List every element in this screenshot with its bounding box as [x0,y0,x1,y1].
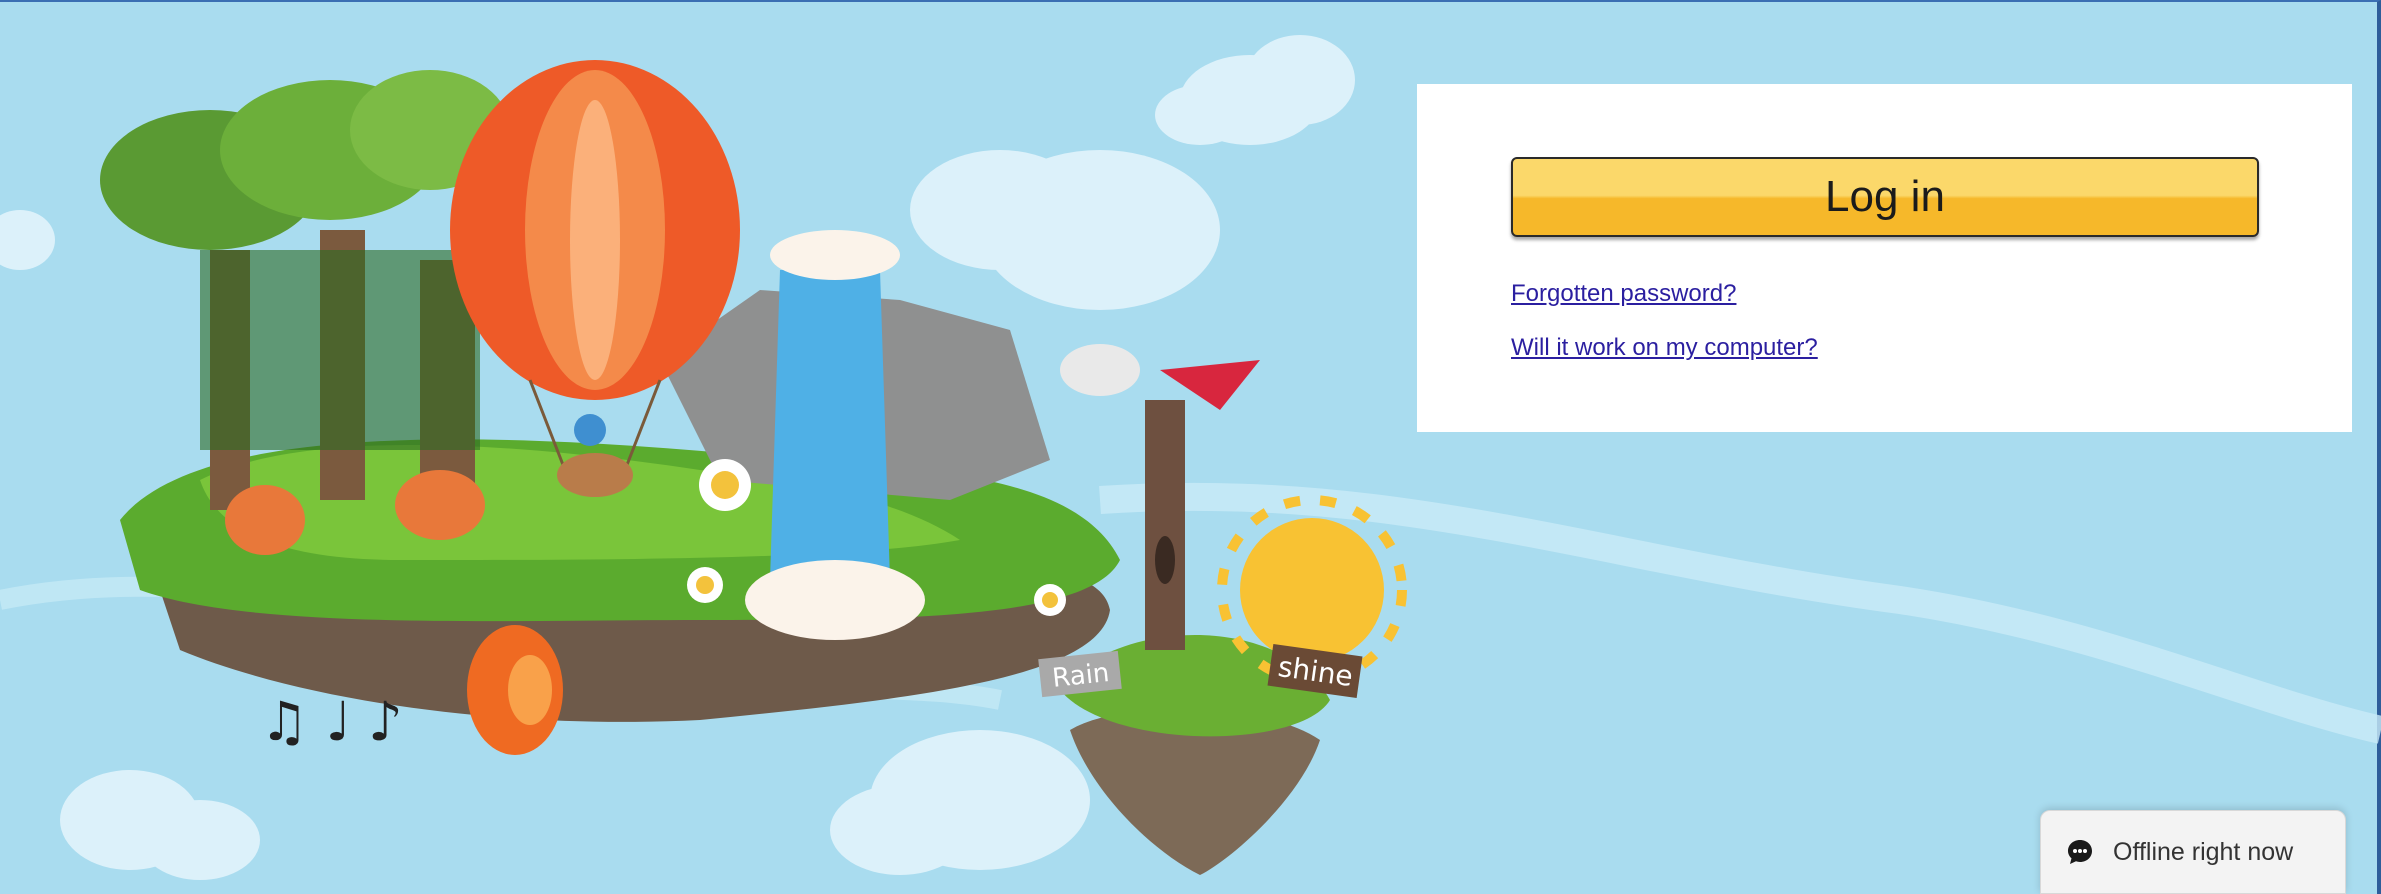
daisy-flower [687,567,723,603]
music-notes: ♫ ♩ ♪ [260,690,403,753]
cloud [0,210,55,270]
login-card: Log in Forgotten password? Will it work … [1417,84,2352,432]
daisy-flower [699,459,751,511]
waterfall-foam [770,230,900,280]
flytrap-plant [225,485,305,555]
sign-rain-label: Rain [1051,658,1111,694]
chat-status-label: Offline right now [2113,837,2294,866]
forest [100,70,510,510]
cloud [60,770,260,880]
chat-bubble-icon [2065,837,2095,867]
chat-widget[interactable]: Offline right now [2040,810,2346,894]
login-button[interactable]: Log in [1511,157,2259,237]
horn-flower [467,625,563,755]
flytrap-plant [395,470,485,540]
daisy-flower [1034,584,1066,616]
waterfall-splash [745,560,925,640]
cloud [910,150,1220,310]
cloud [830,730,1090,875]
forgotten-password-link[interactable]: Forgotten password? [1511,280,1736,308]
cloud [1155,35,1355,145]
waterfall [770,270,890,580]
compatibility-link[interactable]: Will it work on my computer? [1511,334,1818,362]
